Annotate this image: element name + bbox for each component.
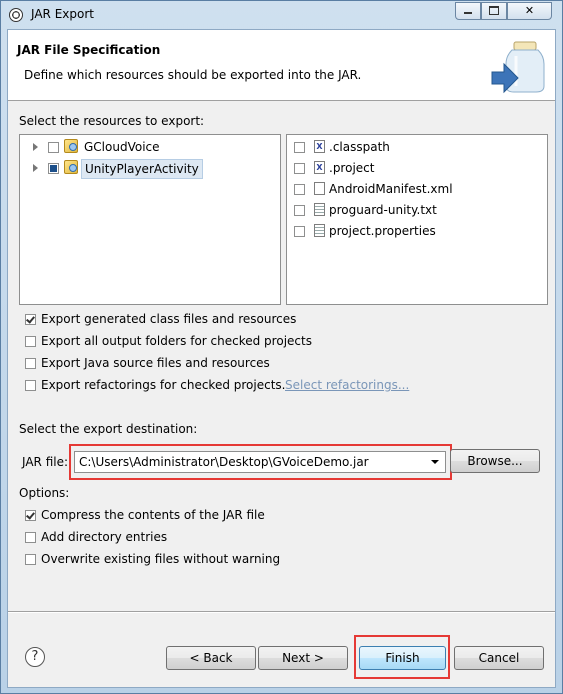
next-button[interactable]: Next > bbox=[258, 646, 348, 670]
close-icon: ✕ bbox=[524, 4, 535, 17]
select-refactorings-link[interactable]: Select refactorings... bbox=[285, 376, 409, 394]
x-file-icon: X bbox=[314, 161, 325, 174]
project-checkbox[interactable] bbox=[48, 142, 59, 153]
back-button[interactable]: < Back bbox=[166, 646, 256, 670]
checkbox[interactable] bbox=[25, 336, 36, 347]
file-item-label: .project bbox=[329, 161, 375, 175]
checkbox[interactable] bbox=[25, 314, 36, 325]
checkbox[interactable] bbox=[25, 380, 36, 391]
text-file-icon bbox=[314, 224, 325, 237]
option-label: Add directory entries bbox=[41, 530, 168, 544]
chevron-down-icon[interactable] bbox=[431, 460, 439, 464]
resources-label: Select the resources to export: bbox=[19, 114, 205, 128]
footer-separator bbox=[8, 611, 555, 613]
dialog-content: JAR File Specification Define which reso… bbox=[7, 29, 556, 688]
jar-file-combo[interactable]: C:\Users\Administrator\Desktop\GVoiceDem… bbox=[74, 451, 446, 473]
option-label: Export generated class files and resourc… bbox=[41, 312, 297, 326]
page-description: Define which resources should be exporte… bbox=[24, 68, 362, 82]
expand-arrow-icon[interactable] bbox=[33, 143, 38, 151]
file-checkbox[interactable] bbox=[294, 142, 305, 153]
page-title: JAR File Specification bbox=[17, 43, 161, 57]
file-icon bbox=[314, 182, 325, 195]
eclipse-icon bbox=[9, 8, 23, 22]
tree-item-gcloudvoice[interactable]: GCloudVoice bbox=[20, 138, 278, 156]
options-label: Options: bbox=[19, 486, 70, 500]
jar-export-dialog: JAR Export ✕ JAR File Specification Defi… bbox=[0, 0, 563, 694]
checkbox[interactable] bbox=[25, 532, 36, 543]
minimize-button[interactable] bbox=[455, 2, 481, 20]
close-button[interactable]: ✕ bbox=[507, 2, 552, 20]
option-label: Export Java source files and resources bbox=[41, 356, 270, 370]
android-project-icon bbox=[64, 160, 78, 174]
help-icon[interactable]: ? bbox=[25, 647, 45, 667]
text-file-icon bbox=[314, 203, 325, 216]
file-checkbox[interactable] bbox=[294, 205, 305, 216]
file-item-label: proguard-unity.txt bbox=[329, 203, 437, 217]
jar-icon bbox=[491, 41, 545, 94]
option-label: Export all output folders for checked pr… bbox=[41, 334, 312, 348]
minimize-icon bbox=[464, 12, 472, 14]
android-project-icon bbox=[64, 139, 78, 153]
option-label: Compress the contents of the JAR file bbox=[41, 508, 265, 522]
file-item-label: .classpath bbox=[329, 140, 390, 154]
maximize-button[interactable] bbox=[481, 2, 507, 20]
option-label: Overwrite existing files without warning bbox=[41, 552, 281, 566]
jar-file-label: JAR file: bbox=[22, 455, 69, 469]
project-checkbox[interactable] bbox=[48, 163, 59, 174]
checkbox[interactable] bbox=[25, 554, 36, 565]
maximize-icon bbox=[489, 6, 499, 15]
checkbox[interactable] bbox=[25, 510, 36, 521]
checkbox[interactable] bbox=[25, 358, 36, 369]
file-checkbox[interactable] bbox=[294, 184, 305, 195]
option-label: Export refactorings for checked projects… bbox=[41, 378, 286, 392]
tree-item-unityplayeractivity[interactable]: UnityPlayerActivity bbox=[20, 159, 278, 179]
project-tree[interactable]: GCloudVoice UnityPlayerActivity bbox=[19, 134, 281, 305]
file-item-label: AndroidManifest.xml bbox=[329, 182, 453, 196]
expand-arrow-icon[interactable] bbox=[33, 164, 38, 172]
tree-item-label: GCloudVoice bbox=[84, 140, 160, 154]
file-checkbox[interactable] bbox=[294, 163, 305, 174]
finish-button[interactable]: Finish bbox=[359, 646, 446, 670]
destination-label: Select the export destination: bbox=[19, 422, 198, 436]
tree-item-label: UnityPlayerActivity bbox=[81, 159, 203, 179]
header-banner: JAR File Specification Define which reso… bbox=[8, 30, 555, 101]
title-bar: JAR Export ✕ bbox=[1, 1, 562, 29]
file-list[interactable]: X .classpath X .project AndroidManifest.… bbox=[286, 134, 548, 305]
window-title: JAR Export bbox=[31, 7, 94, 21]
x-file-icon: X bbox=[314, 140, 325, 153]
file-item-label: project.properties bbox=[329, 224, 436, 238]
jar-file-path: C:\Users\Administrator\Desktop\GVoiceDem… bbox=[79, 455, 369, 469]
browse-button[interactable]: Browse... bbox=[450, 449, 540, 473]
file-checkbox[interactable] bbox=[294, 226, 305, 237]
cancel-button[interactable]: Cancel bbox=[454, 646, 544, 670]
